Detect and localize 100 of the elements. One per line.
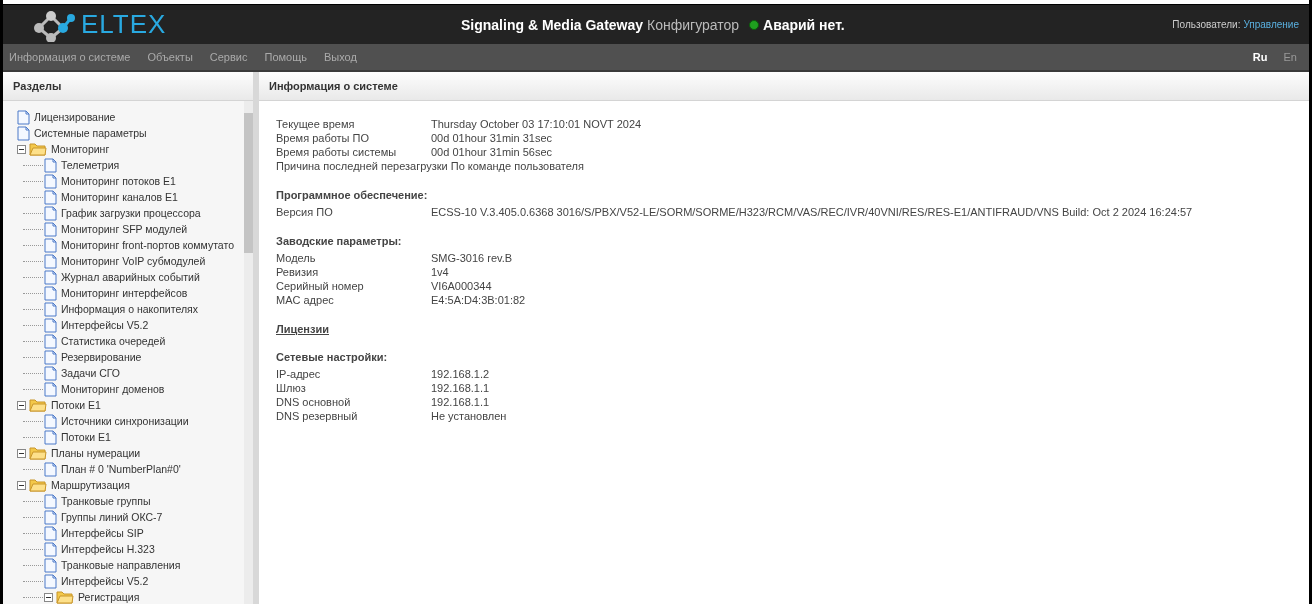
language-link[interactable]: Ru xyxy=(1252,51,1268,63)
document-icon xyxy=(44,461,57,477)
menu-item[interactable]: Сервис xyxy=(209,51,248,63)
field-label: Версия ПО xyxy=(276,205,334,219)
collapse-toggle-icon[interactable] xyxy=(44,592,53,602)
tree-item[interactable]: Мониторинг потоков E1 xyxy=(61,175,176,187)
field-label: Время работы ПО xyxy=(276,131,371,145)
tree-item[interactable]: Транковые группы xyxy=(61,495,151,507)
document-icon xyxy=(17,109,30,125)
document-icon xyxy=(44,541,57,557)
tree-item[interactable]: Потоки E1 xyxy=(61,431,111,443)
configurator-label: Конфигуратор xyxy=(647,16,740,33)
document-icon xyxy=(44,509,57,525)
collapse-toggle-icon[interactable] xyxy=(17,448,26,458)
field-value: 192.168.1.1 xyxy=(431,381,490,395)
folder-icon xyxy=(56,590,74,604)
tree-item[interactable]: Системные параметры xyxy=(34,127,147,139)
menu-item[interactable]: Информация о системе xyxy=(9,51,131,63)
tree-item[interactable]: График загрузки процессора xyxy=(61,207,201,219)
document-icon xyxy=(44,157,57,173)
field-label: Ревизия xyxy=(276,265,320,279)
document-icon xyxy=(44,285,57,301)
field-label: MAC адрес xyxy=(276,293,335,307)
document-icon xyxy=(44,413,57,429)
tree-item[interactable]: Статистика очередей xyxy=(61,335,166,347)
document-icon xyxy=(44,365,57,381)
document-icon xyxy=(44,253,57,269)
field-label: Время работы системы xyxy=(276,145,398,159)
tree-item[interactable]: Транковые направления xyxy=(61,559,181,571)
document-icon xyxy=(44,269,57,285)
tree-item[interactable]: Регистрация xyxy=(78,591,140,603)
document-icon xyxy=(44,173,57,189)
tree-item[interactable]: Мониторинг front-портов коммутато xyxy=(61,239,234,251)
document-icon xyxy=(44,205,57,221)
field-label: Шлюз xyxy=(276,381,307,395)
manage-link[interactable]: Управление xyxy=(1243,19,1299,30)
field-value: По команде пользователя xyxy=(450,159,584,173)
product-title: Signaling & Media Gateway xyxy=(461,16,644,33)
menu-item[interactable]: Выход xyxy=(324,51,357,63)
field-value: SMG-3016 rev.B xyxy=(431,251,513,265)
collapse-toggle-icon[interactable] xyxy=(17,144,26,154)
document-icon xyxy=(44,221,57,237)
document-icon xyxy=(44,301,57,317)
collapse-toggle-icon[interactable] xyxy=(17,480,26,490)
document-icon xyxy=(44,189,57,205)
tree-item[interactable]: Интерфейсы SIP xyxy=(61,527,144,539)
tree-item[interactable]: Лицензирование xyxy=(34,111,116,123)
field-value: Thursday October 03 17:10:01 NOVT 2024 xyxy=(431,117,642,131)
section-heading: Программное обеспечение: xyxy=(276,189,429,203)
folder-icon xyxy=(29,398,47,412)
document-icon xyxy=(44,525,57,541)
panel-title: Разделы xyxy=(13,80,62,92)
menu-item[interactable]: Помощь xyxy=(264,51,307,63)
document-icon xyxy=(17,125,30,141)
menu-item[interactable]: Объекты xyxy=(147,51,193,63)
folder-icon xyxy=(29,142,47,156)
alarm-status: Аварий нет. xyxy=(763,16,845,33)
scrollbar[interactable] xyxy=(244,101,253,604)
document-icon xyxy=(44,557,57,573)
logo-text: ELTEX xyxy=(81,9,167,40)
tree-item[interactable]: Телеметрия xyxy=(61,159,120,171)
tree-item[interactable]: Информация о накопителях xyxy=(61,303,198,315)
tree-item[interactable]: Журнал аварийных событий xyxy=(61,271,200,283)
field-value: Не установлен xyxy=(431,409,507,423)
users-label: Пользователи: xyxy=(1172,19,1241,30)
tree-item[interactable]: Маршрутизация xyxy=(51,479,130,491)
field-label: DNS резервный xyxy=(276,409,359,423)
field-value: VI6A000344 xyxy=(431,279,492,293)
tree-item[interactable]: Задачи СГО xyxy=(61,367,121,379)
collapse-toggle-icon[interactable] xyxy=(17,400,26,410)
tree-item[interactable]: Мониторинг доменов xyxy=(61,383,165,395)
section-heading: Заводские параметры: xyxy=(276,235,403,249)
tree-item[interactable]: Потоки E1 xyxy=(51,399,101,411)
tree-item[interactable]: Планы нумерации xyxy=(51,447,141,459)
tree-item[interactable]: План # 0 'NumberPlan#0' xyxy=(61,463,181,475)
document-icon xyxy=(44,349,57,365)
tree-item[interactable]: Мониторинг каналов E1 xyxy=(61,191,178,203)
tree-item[interactable]: Источники синхронизации xyxy=(61,415,189,427)
tree-item[interactable]: Мониторинг SFP модулей xyxy=(61,223,188,235)
tree-item[interactable]: Группы линий ОКС-7 xyxy=(61,511,163,523)
tree-item[interactable]: Интерфейсы H.323 xyxy=(61,543,155,555)
field-label: DNS основной xyxy=(276,395,352,409)
tree-item[interactable]: Мониторинг VoIP субмодулей xyxy=(61,255,206,267)
tree-item[interactable]: Мониторинг интерфейсов xyxy=(61,287,188,299)
tree-item[interactable]: Резервирование xyxy=(61,351,142,363)
field-label: Серийный номер xyxy=(276,279,365,293)
field-value: 00d 01hour 31min 31sec xyxy=(431,131,553,145)
section-heading: Сетевые настройки: xyxy=(276,351,389,365)
field-value: ECSS-10 V.3.405.0.6368 3016/S/PBX/V52-LE/SORM/SORME/H323/RCM/VAS/REC/IVR/40VNI/RES/RES-E1/ANTIFRAUD/VNS Build: Oct 2 2024 16:24:57 xyxy=(431,205,1193,219)
tree-item[interactable]: Интерфейсы V5.2 xyxy=(61,319,149,331)
field-label: IP-адрес xyxy=(276,367,322,381)
licenses-link[interactable]: Лицензии xyxy=(276,323,329,335)
tree-item[interactable]: Мониторинг xyxy=(51,143,110,155)
folder-icon xyxy=(29,478,47,492)
tree-item[interactable]: Интерфейсы V5.2 xyxy=(61,575,149,587)
document-icon xyxy=(44,493,57,509)
document-icon xyxy=(44,237,57,253)
field-value: 00d 01hour 31min 56sec xyxy=(431,145,553,159)
field-label: Текущее время xyxy=(276,117,356,131)
splitter-handle[interactable] xyxy=(253,72,259,604)
